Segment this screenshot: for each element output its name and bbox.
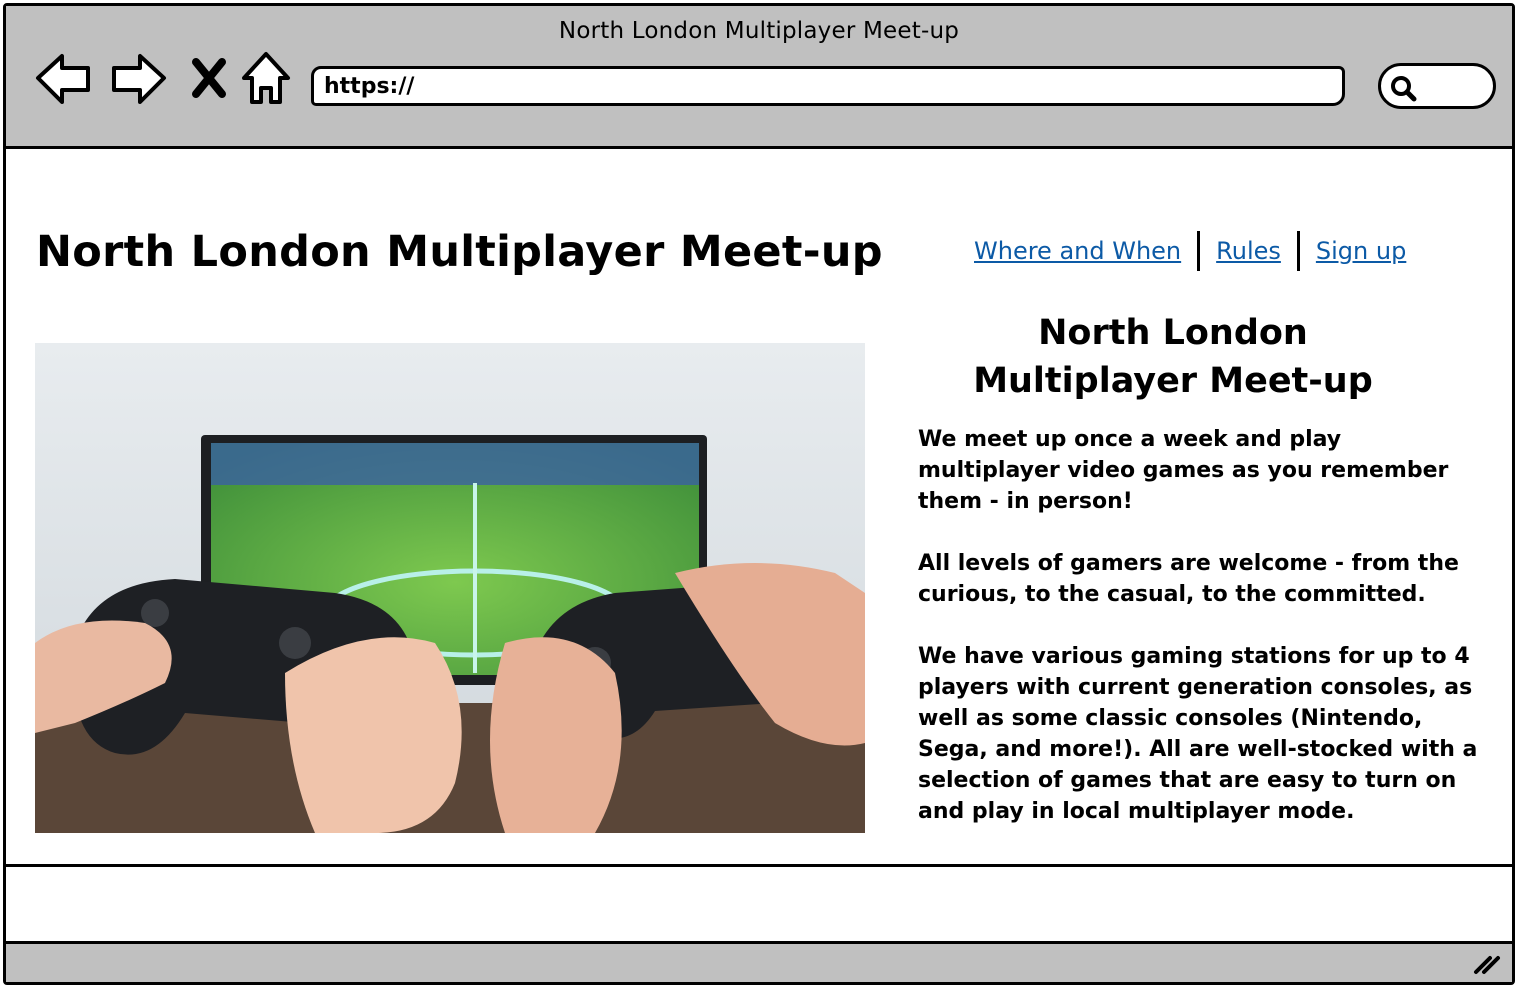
page-footer	[6, 864, 1512, 944]
main-nav: Where and When Rules Sign up	[974, 229, 1406, 273]
search-icon	[1391, 76, 1417, 102]
home-icon[interactable]	[240, 50, 292, 108]
info-paragraph: We have various gaming stations for up t…	[918, 644, 1478, 824]
back-arrow-icon[interactable]	[34, 50, 94, 106]
close-icon[interactable]	[190, 58, 228, 98]
page-content: North London Multiplayer Meet-up Where a…	[6, 149, 1512, 867]
info-paragraph: All levels of gamers are welcome - from …	[918, 551, 1459, 607]
hero-image	[35, 343, 865, 833]
window-title: North London Multiplayer Meet-up	[558, 18, 960, 44]
info-title-line-1: North London	[1038, 313, 1308, 353]
info-body: We meet up once a week and play multipla…	[918, 424, 1483, 858]
nav-divider	[1197, 231, 1201, 271]
forward-arrow-icon[interactable]	[108, 50, 168, 106]
gaming-photo	[35, 343, 865, 833]
browser-toolbar: North London Multiplayer Meet-up https:/…	[6, 6, 1512, 149]
url-input[interactable]: https://	[311, 66, 1345, 106]
info-title-line-2: Multiplayer Meet-up	[973, 361, 1373, 401]
info-title: North London Multiplayer Meet-up	[918, 309, 1428, 405]
nav-divider	[1296, 231, 1300, 271]
info-paragraph: We meet up once a week and play multipla…	[918, 427, 1449, 514]
nav-link-rules[interactable]: Rules	[1216, 237, 1281, 265]
resize-handle-icon[interactable]	[1472, 952, 1502, 976]
site-title: North London Multiplayer Meet-up	[36, 227, 883, 277]
search-input[interactable]	[1378, 63, 1496, 109]
nav-link-sign-up[interactable]: Sign up	[1316, 237, 1406, 265]
status-bar	[6, 944, 1512, 982]
browser-window: North London Multiplayer Meet-up https:/…	[3, 3, 1515, 985]
nav-link-where-and-when[interactable]: Where and When	[974, 237, 1181, 265]
